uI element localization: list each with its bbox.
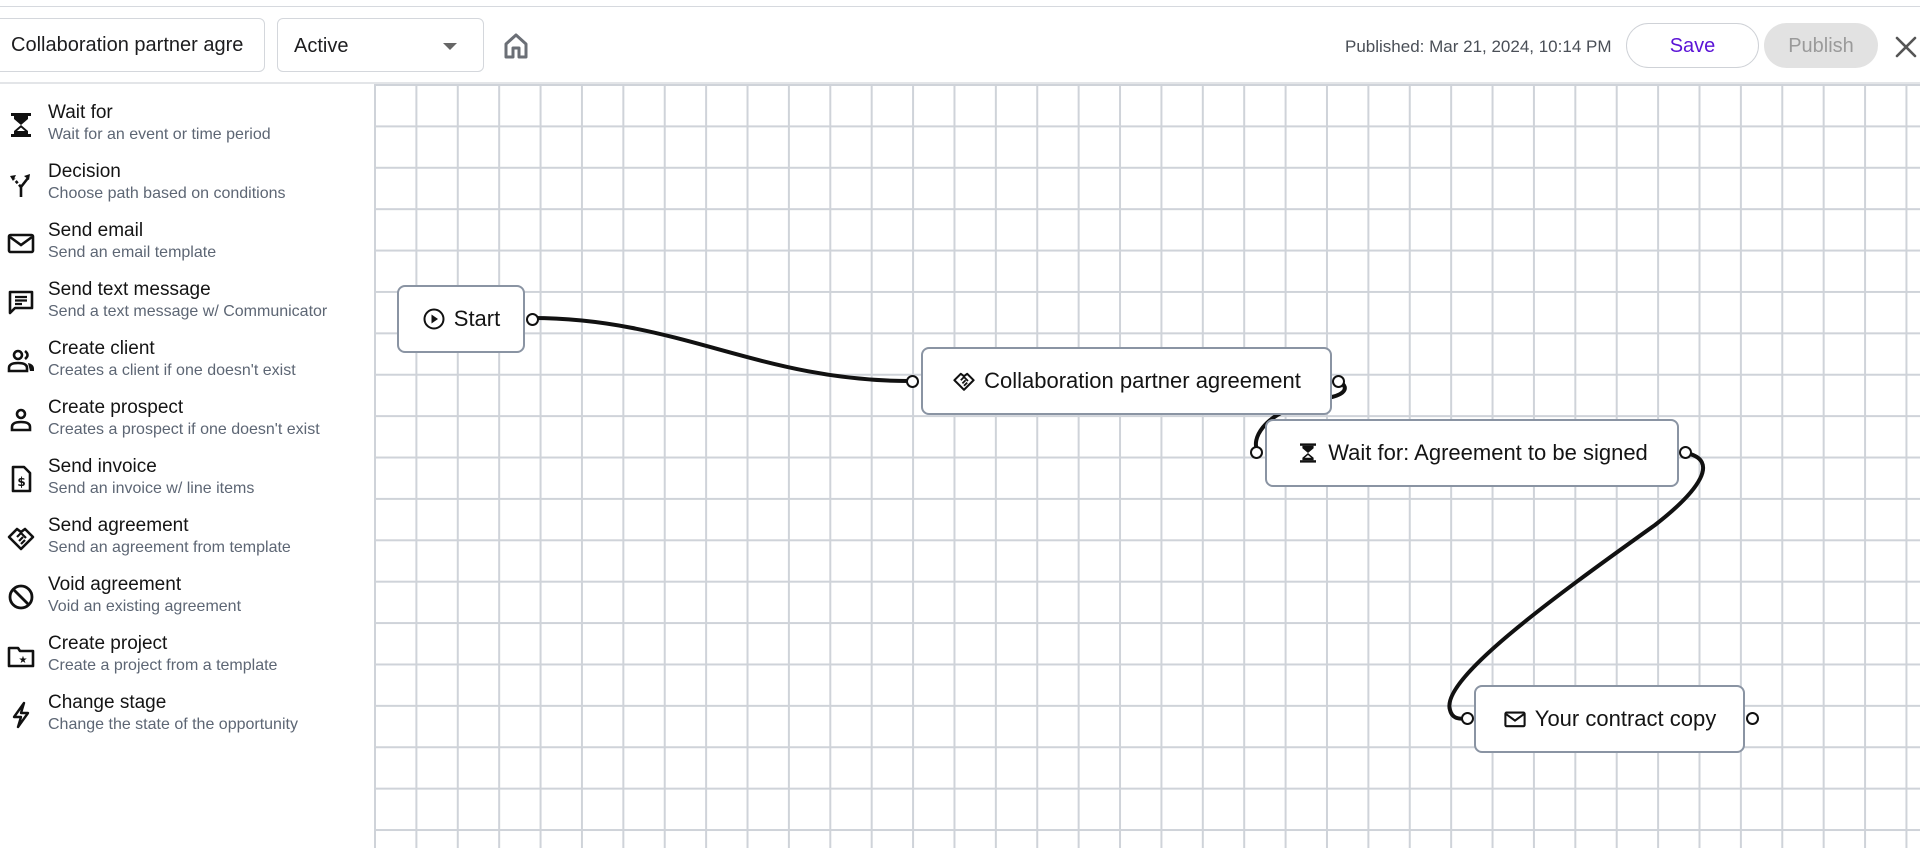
sidebar-item-description: Create a project from a template — [48, 657, 278, 674]
sidebar-item-description: Wait for an event or time period — [48, 126, 271, 143]
sidebar-item-label: Change stage — [48, 692, 167, 713]
node-email-output-port[interactable] — [1746, 712, 1759, 725]
sidebar-item-description: Send an invoice w/ line items — [48, 480, 255, 497]
node-wait-output-port[interactable] — [1679, 446, 1692, 459]
sidebar-item-void-agreement[interactable]: Void agreement Void an existing agreemen… — [0, 574, 370, 630]
node-label: Start — [453, 306, 501, 331]
handshake-icon — [953, 372, 975, 391]
status-select-value: Active — [294, 35, 349, 57]
envelope-icon — [1504, 711, 1526, 728]
user-icon — [10, 408, 32, 432]
node-email-input-port[interactable] — [1461, 712, 1474, 725]
users-icon — [7, 349, 34, 373]
sidebar-item-label: Send email — [48, 220, 144, 241]
chat-bubble-icon — [8, 290, 34, 315]
svg-text:$: $ — [17, 475, 25, 489]
node-label: Your contract copy — [1534, 706, 1717, 731]
status-select[interactable]: Active — [277, 18, 484, 72]
svg-text:★: ★ — [19, 655, 28, 666]
sidebar-item-label: Decision — [48, 161, 121, 182]
sidebar-item-label: Create client — [48, 338, 155, 359]
handshake-icon — [7, 527, 35, 551]
sidebar-item-description: Send an agreement from template — [48, 539, 291, 556]
sidebar-item-send-invoice[interactable]: $ Send invoice Send an invoice w/ line i… — [0, 456, 370, 512]
node-start-output-port[interactable] — [526, 313, 539, 326]
sidebar-item-description: Send a text message w/ Communicator — [48, 303, 328, 320]
sidebar-item-description: Creates a prospect if one doesn't exist — [48, 421, 320, 438]
sidebar-item-change-stage[interactable]: Change stage Change the state of the opp… — [0, 692, 370, 748]
sidebar-item-decision[interactable]: Decision Choose path based on conditions — [0, 161, 370, 217]
folder-star-icon: ★ — [7, 646, 35, 668]
sidebar-item-send-agreement[interactable]: Send agreement Send an agreement from te… — [0, 515, 370, 571]
sidebar-item-create-client[interactable]: Create client Creates a client if one do… — [0, 338, 370, 394]
save-button[interactable]: Save — [1626, 23, 1759, 68]
node-your-contract-copy[interactable]: Your contract copy — [1474, 685, 1745, 753]
sidebar-item-send-text-message[interactable]: Send text message Send a text message w/… — [0, 279, 370, 335]
toolbar: Active Published: Mar 21, 2024, 10:14 PM… — [0, 7, 1920, 84]
sidebar-item-label: Create project — [48, 633, 168, 654]
home-button[interactable] — [500, 30, 532, 62]
envelope-icon — [7, 233, 35, 254]
hourglass-icon — [11, 113, 31, 137]
home-icon — [504, 33, 528, 59]
close-icon — [1895, 36, 1917, 58]
lightning-icon — [12, 701, 30, 729]
sidebar-item-create-prospect[interactable]: Create prospect Creates a prospect if on… — [0, 397, 370, 453]
sidebar-item-description: Void an existing agreement — [48, 598, 242, 615]
publish-button[interactable]: Publish — [1764, 23, 1878, 68]
node-agreement-input-port[interactable] — [906, 375, 919, 388]
sidebar-item-label: Send text message — [48, 279, 211, 300]
node-agreement-output-port[interactable] — [1332, 375, 1345, 388]
node-start[interactable]: Start — [397, 285, 525, 353]
split-arrows-icon — [10, 174, 30, 197]
sidebar-item-label: Send agreement — [48, 515, 189, 536]
node-wait-input-port[interactable] — [1250, 446, 1263, 459]
ban-icon — [8, 584, 34, 610]
node-label: Wait for: Agreement to be signed — [1328, 440, 1648, 465]
node-wait-for-agreement[interactable]: Wait for: Agreement to be signed — [1265, 419, 1679, 487]
published-timestamp: Published: Mar 21, 2024, 10:14 PM — [1345, 37, 1612, 56]
invoice-dollar-icon: $ — [11, 465, 32, 493]
close-button[interactable] — [1894, 35, 1918, 59]
sidebar-item-wait-for[interactable]: Wait for Wait for an event or time perio… — [0, 102, 370, 158]
sidebar-item-create-project[interactable]: ★ Create project Create a project from a… — [0, 633, 370, 689]
sidebar-item-label: Wait for — [48, 102, 113, 123]
sidebar-item-label: Send invoice — [48, 456, 157, 477]
sidebar-item-label: Void agreement — [48, 574, 182, 595]
node-collaboration-partner-agreement[interactable]: Collaboration partner agreement — [921, 347, 1332, 415]
sidebar-item-description: Creates a client if one doesn't exist — [48, 362, 296, 379]
sidebar-item-description: Change the state of the opportunity — [48, 716, 298, 733]
sidebar-item-label: Create prospect — [48, 397, 184, 418]
sidebar-item-send-email[interactable]: Send email Send an email template — [0, 220, 370, 276]
hourglass-icon — [1300, 443, 1317, 463]
actions-sidebar: Wait for Wait for an event or time perio… — [0, 84, 374, 848]
sidebar-item-description: Choose path based on conditions — [48, 185, 286, 202]
node-label: Collaboration partner agreement — [984, 368, 1301, 393]
chevron-down-icon — [443, 43, 457, 50]
play-circle-icon — [423, 308, 445, 330]
sidebar-item-description: Send an email template — [48, 244, 217, 261]
workflow-name-input[interactable] — [0, 18, 265, 72]
